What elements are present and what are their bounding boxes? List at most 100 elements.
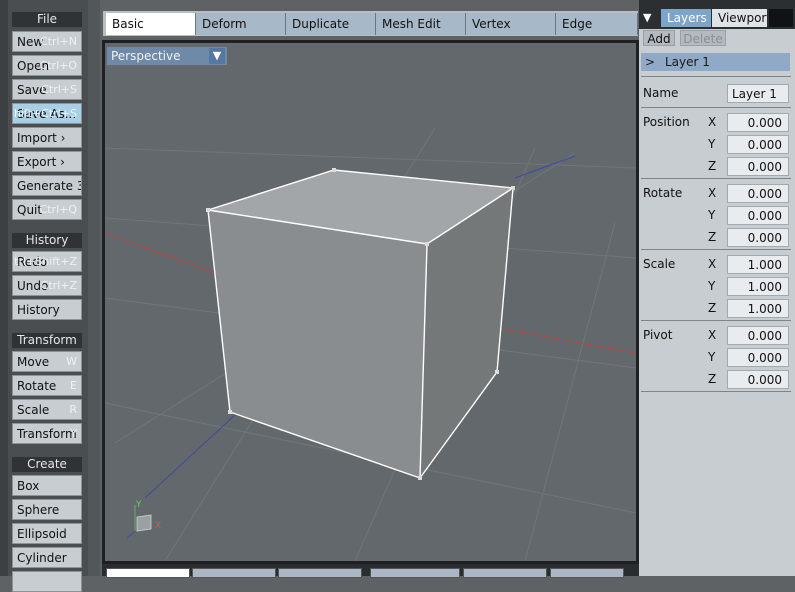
tab-vertex[interactable]: Vertex: [466, 13, 556, 35]
scale-x-field[interactable]: 1.000: [727, 255, 789, 274]
quit-shortcut: Ctrl+Q: [39, 203, 77, 216]
save-shortcut: Ctrl+S: [41, 83, 77, 96]
collapse-icon[interactable]: ▼: [643, 11, 657, 25]
more-create-button[interactable]: [12, 571, 82, 592]
bottom-tab-6[interactable]: [550, 568, 624, 578]
create-group-title: Create: [12, 457, 82, 472]
file-group-title: File: [12, 12, 82, 27]
divider: [641, 391, 791, 392]
move-shortcut: W: [66, 355, 77, 368]
x-axis-line: [105, 232, 216, 274]
tab-layers[interactable]: Layers: [661, 9, 711, 27]
scale-shortcut: R: [69, 403, 77, 416]
expand-arrow-icon[interactable]: >: [645, 53, 655, 71]
quit-label: Quit: [17, 203, 43, 217]
rotate-shortcut: E: [70, 379, 77, 392]
position-y-field[interactable]: 0.000: [727, 135, 789, 154]
pivot-label: Pivot: [643, 328, 673, 342]
save-as-button[interactable]: Save As... Shift+Ctrl+S: [12, 103, 82, 124]
export-button[interactable]: Export ›: [12, 151, 82, 172]
pivot-y-field[interactable]: 0.000: [727, 348, 789, 367]
delete-layer-button[interactable]: Delete: [680, 30, 726, 46]
undo-shortcut: Ctrl+Z: [40, 279, 77, 292]
tab-deform[interactable]: Deform: [196, 13, 286, 35]
scale-y-field[interactable]: 1.000: [727, 277, 789, 296]
pivot-y-label: Y: [708, 350, 716, 364]
redo-button[interactable]: Redo Ctrl+Shift+Z: [12, 251, 82, 272]
cylinder-label: Cylinder: [17, 551, 67, 565]
add-layer-button[interactable]: Add: [643, 30, 675, 46]
rotate-y-field[interactable]: 0.000: [727, 206, 789, 225]
sphere-button[interactable]: Sphere: [12, 499, 82, 520]
layer-row[interactable]: > Layer 1: [641, 53, 790, 71]
pivot-x-label: X: [708, 328, 717, 342]
undo-button[interactable]: Undo Ctrl+Z: [12, 275, 82, 296]
z-axis-line-far: [514, 155, 576, 179]
move-button[interactable]: Move W: [12, 351, 82, 372]
divider: [641, 76, 791, 77]
transform-shortcut: Y: [70, 427, 77, 440]
divider: [641, 320, 791, 321]
rotate-z-field[interactable]: 0.000: [727, 228, 789, 247]
scale-z-label: Z: [708, 301, 717, 315]
transform-button[interactable]: Transform Y: [12, 423, 82, 444]
history-group-title: History: [12, 233, 82, 248]
bottom-tab-1[interactable]: [106, 568, 190, 578]
panel-scrollbar[interactable]: [88, 0, 100, 576]
rotate-x-field[interactable]: 0.000: [727, 184, 789, 203]
sphere-label: Sphere: [17, 503, 60, 517]
pivot-x-field[interactable]: 0.000: [727, 326, 789, 345]
box-label: Box: [17, 479, 40, 493]
bottom-tab-4[interactable]: [370, 568, 460, 578]
pivot-z-label: Z: [708, 372, 717, 386]
rotate-label: Rotate: [643, 186, 683, 200]
cube-front-face: [208, 210, 427, 478]
position-x-label: X: [708, 115, 717, 129]
position-y-label: Y: [708, 137, 716, 151]
tab-duplicate[interactable]: Duplicate: [286, 13, 376, 35]
layers-panel: ▼ Layers Viewport Add Delete > Layer 1 N…: [639, 0, 795, 576]
divider: [641, 107, 791, 108]
name-field[interactable]: Layer 1: [727, 84, 789, 103]
new-button[interactable]: New Ctrl+N: [12, 31, 82, 52]
scale-label: Scale: [17, 403, 50, 417]
tab-basic[interactable]: Basic: [106, 13, 196, 35]
ellipsoid-label: Ellipsoid: [17, 527, 67, 541]
scale-button[interactable]: Scale R: [12, 399, 82, 420]
transform-label: Transform: [17, 427, 77, 441]
new-shortcut: Ctrl+N: [39, 35, 77, 48]
rotate-button[interactable]: Rotate E: [12, 375, 82, 396]
generate-3d-button[interactable]: Generate 3D: [12, 175, 82, 196]
open-button[interactable]: Open Ctrl+O: [12, 55, 82, 76]
redo-shortcut: Ctrl+Shift+Z: [12, 255, 77, 268]
name-label: Name: [643, 86, 679, 100]
tab-viewport[interactable]: Viewport: [712, 9, 767, 27]
save-button[interactable]: Save Ctrl+S: [12, 79, 82, 100]
bottom-tab-3[interactable]: [278, 568, 362, 578]
tab-mesh-edit[interactable]: Mesh Edit: [376, 13, 466, 35]
bottom-tab-2[interactable]: [192, 568, 276, 578]
position-z-field[interactable]: 0.000: [727, 157, 789, 176]
tab-overflow: [769, 9, 793, 27]
pivot-z-field[interactable]: 0.000: [727, 370, 789, 389]
cylinder-button[interactable]: Cylinder: [12, 547, 82, 568]
import-button[interactable]: Import ›: [12, 127, 82, 148]
camera-select[interactable]: Perspective ▼: [107, 47, 227, 65]
panel-edge: [0, 0, 8, 576]
box-button[interactable]: Box: [12, 475, 82, 496]
move-label: Move: [17, 355, 50, 369]
quit-button[interactable]: Quit Ctrl+Q: [12, 199, 82, 220]
tab-edge[interactable]: Edge: [556, 13, 638, 35]
chevron-down-icon[interactable]: ▼: [209, 48, 225, 64]
position-label: Position: [643, 115, 690, 129]
scene-canvas: Y X: [105, 127, 636, 561]
bottom-tab-5[interactable]: [463, 568, 547, 578]
history-button[interactable]: History: [12, 299, 82, 320]
position-x-field[interactable]: 0.000: [727, 113, 789, 132]
3d-viewport[interactable]: Y X: [105, 43, 636, 561]
open-shortcut: Ctrl+O: [39, 59, 77, 72]
ellipsoid-button[interactable]: Ellipsoid: [12, 523, 82, 544]
scale-z-field[interactable]: 1.000: [727, 299, 789, 318]
divider: [641, 249, 791, 250]
scale-label: Scale: [643, 257, 676, 271]
